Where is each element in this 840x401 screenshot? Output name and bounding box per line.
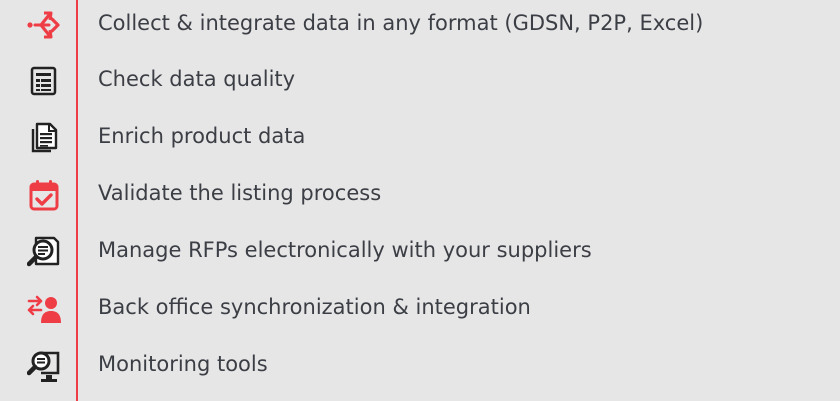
documents-icon xyxy=(27,121,61,155)
feature-label: Collect & integrate data in any format (… xyxy=(98,11,704,35)
feature-label: Enrich product data xyxy=(98,124,306,148)
feature-item-rfp: Manage RFPs electronically with your sup… xyxy=(0,227,840,275)
feature-label: Monitoring tools xyxy=(98,352,268,376)
monitor-search-icon xyxy=(27,349,61,383)
spreadsheet-icon xyxy=(27,64,61,98)
magnifier-document-icon xyxy=(27,235,61,269)
calendar-check-icon xyxy=(27,178,61,212)
feature-label: Back office synchronization & integratio… xyxy=(98,295,531,319)
feature-label: Manage RFPs electronically with your sup… xyxy=(98,238,592,262)
feature-item-quality: Check data quality xyxy=(0,56,840,104)
feature-item-validate: Validate the listing process xyxy=(0,170,840,218)
feature-label: Validate the listing process xyxy=(98,181,382,205)
feature-item-enrich: Enrich product data xyxy=(0,113,840,161)
user-sync-icon xyxy=(27,292,61,326)
feature-item-sync: Back office synchronization & integratio… xyxy=(0,284,840,332)
arrows-split-icon xyxy=(27,8,61,42)
feature-item-collect: Collect & integrate data in any format (… xyxy=(0,0,840,48)
feature-label: Check data quality xyxy=(98,67,296,91)
feature-item-monitoring: Monitoring tools xyxy=(0,341,840,389)
